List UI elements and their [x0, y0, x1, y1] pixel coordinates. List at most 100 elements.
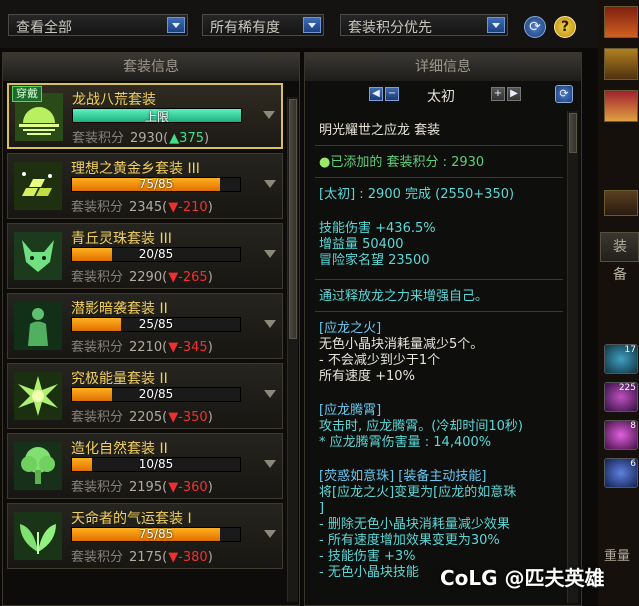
- plus-icon: +: [493, 88, 503, 99]
- character-portrait-1[interactable]: [604, 6, 638, 38]
- score-value: 2175: [129, 550, 163, 565]
- detail-header: 详细信息: [305, 53, 581, 81]
- set-score: 套装积分 2195(▼-360): [71, 476, 213, 495]
- skill-slot-4[interactable]: 6: [604, 458, 638, 488]
- chevron-down-icon[interactable]: [264, 390, 276, 398]
- weight-label: 重量: [604, 549, 631, 564]
- set-list-item[interactable]: 穿戴 龙战八荒套装 上限 套装积分 2930(▲375): [7, 83, 283, 149]
- skill-slot-1[interactable]: 17: [604, 344, 638, 374]
- score-label: 套装积分: [71, 200, 124, 215]
- set-list-panel: 套装信息 穿戴 龙战八荒套装 上限 套装积分 2930(▲375) 理想之黄金乡套装 II…: [2, 52, 300, 606]
- next-button[interactable]: +: [491, 87, 505, 101]
- chevron-down-icon[interactable]: [264, 320, 276, 328]
- set-progress-bar: 20/85: [71, 247, 241, 262]
- detail-line: 将[应龙之火]变更为[应龙的如意珠: [319, 485, 517, 500]
- score-value: 2930: [130, 131, 164, 146]
- rarity-filter-value: 所有稀有度: [210, 20, 280, 36]
- detail-line: 冒险家名望 23500: [319, 253, 430, 268]
- chevron-down-icon[interactable]: [264, 460, 276, 468]
- detail-scroll-thumb[interactable]: [569, 113, 577, 153]
- detail-refresh-button[interactable]: ⟳: [555, 85, 573, 103]
- score-label: 套装积分: [71, 550, 124, 565]
- set-name: 造化自然套装 II: [71, 441, 168, 457]
- detail-scrollbar[interactable]: [567, 111, 578, 603]
- set-progress-label: 20/85: [138, 247, 174, 261]
- detail-line: - 无色小晶块技能: [319, 565, 419, 580]
- set-list-scroll-thumb[interactable]: [289, 99, 297, 339]
- chevron-down-icon[interactable]: [264, 250, 276, 258]
- chevron-down-icon[interactable]: [263, 111, 275, 119]
- sort-dropdown[interactable]: 套装积分优先: [340, 14, 508, 36]
- chevron-down-icon[interactable]: [487, 17, 505, 33]
- paren-close: ): [207, 200, 213, 215]
- paren-open: (: [162, 200, 168, 215]
- set-score: 套装积分 2205(▼-350): [71, 406, 213, 425]
- detail-description: 通过释放龙之力来增强自己。: [319, 289, 489, 304]
- score-delta: ▲375: [169, 131, 204, 146]
- set-name: 天命者的气运套装 I: [71, 511, 192, 527]
- set-progress-bar: 25/85: [71, 317, 241, 332]
- paren-close: ): [207, 270, 213, 285]
- set-list-item[interactable]: 究极能量套装 II 20/85 套装积分 2205(▼-350): [7, 363, 283, 429]
- set-progress-label: 25/85: [138, 317, 174, 331]
- set-list-item[interactable]: 理想之黄金乡套装 III 75/85 套装积分 2345(▼-210): [7, 153, 283, 219]
- set-list-scrollbar[interactable]: [287, 97, 298, 602]
- chevron-down-icon[interactable]: [303, 17, 321, 33]
- set-list-item[interactable]: 青丘灵珠套装 III 20/85 套装积分 2290(▼-265): [7, 223, 283, 289]
- score-label: 套装积分: [71, 270, 124, 285]
- divider: [315, 311, 563, 312]
- rarity-filter-dropdown[interactable]: 所有稀有度: [202, 14, 324, 36]
- leaf-wings-icon: [14, 512, 62, 560]
- set-score: 套装积分 2210(▼-345): [71, 336, 213, 355]
- set-list-item[interactable]: 天命者的气运套装 I 75/85 套装积分 2175(▼-380): [7, 503, 283, 569]
- detail-added-score: ●已添加的 套装积分 : 2930: [319, 155, 485, 170]
- chevron-down-icon[interactable]: [167, 17, 185, 33]
- view-filter-dropdown[interactable]: 查看全部: [8, 14, 188, 36]
- skill-slot-3[interactable]: 8: [604, 420, 638, 450]
- detail-line: ]: [319, 501, 325, 516]
- score-label: 套装积分: [71, 340, 124, 355]
- score-delta: ▼-210: [168, 200, 208, 215]
- view-filter-value: 查看全部: [16, 20, 72, 36]
- equipment-tab[interactable]: 装备: [600, 232, 639, 283]
- question-icon: ?: [560, 19, 570, 35]
- detail-tier-line: [太初] : 2900 完成 (2550+350): [319, 187, 515, 202]
- character-portrait-3[interactable]: [604, 90, 638, 122]
- refresh-button[interactable]: ⟳: [524, 16, 546, 38]
- score-value: 2195: [129, 480, 163, 495]
- watermark: CoLG @匹夫英雄: [440, 566, 605, 590]
- character-portrait-2[interactable]: [604, 48, 638, 80]
- prev-first-button[interactable]: ◀: [369, 87, 383, 101]
- set-progress-bar: 上限: [72, 108, 242, 124]
- paren-close: ): [207, 340, 213, 355]
- score-label: 套装积分: [71, 480, 124, 495]
- gold-bars-icon: [14, 162, 62, 210]
- set-list-item[interactable]: 造化自然套装 II 10/85 套装积分 2195(▼-360): [7, 433, 283, 499]
- detail-panel: 详细信息 ◀ − 太初 + ▶ ⟳ 明光耀世之应龙 套装 ●已添加的 套装积分 …: [304, 52, 582, 606]
- prev-button[interactable]: −: [385, 87, 399, 101]
- chevron-down-icon[interactable]: [264, 530, 276, 538]
- sort-value: 套装积分优先: [348, 20, 432, 36]
- set-name: 理想之黄金乡套装 III: [71, 161, 200, 177]
- filter-bar: 查看全部 所有稀有度 套装积分优先 ⟳ ?: [0, 0, 598, 48]
- next-last-button[interactable]: ▶: [507, 87, 521, 101]
- paren-open: (: [163, 131, 169, 146]
- set-score: 套装积分 2345(▼-210): [71, 196, 213, 215]
- arrow-left-icon: ◀: [372, 88, 380, 99]
- set-name: 青丘灵珠套装 III: [71, 231, 172, 247]
- set-name: 究极能量套装 II: [71, 371, 168, 387]
- skill-slot-2[interactable]: 225: [604, 382, 638, 412]
- set-score: 套装积分 2175(▼-380): [71, 546, 213, 565]
- arrow-right-icon: ▶: [510, 88, 518, 99]
- detail-line: 增益量 50400: [319, 237, 404, 252]
- set-score: 套装积分 2930(▲375): [72, 127, 209, 146]
- paren-close: ): [207, 550, 213, 565]
- set-name: 龙战八荒套装: [72, 92, 156, 108]
- help-button[interactable]: ?: [554, 16, 576, 38]
- score-value: 2345: [129, 200, 163, 215]
- detail-line: - 不会减少到少于1个: [319, 353, 441, 368]
- character-portrait-4[interactable]: [604, 190, 638, 216]
- chevron-down-icon[interactable]: [264, 180, 276, 188]
- score-delta: ▼-345: [168, 340, 208, 355]
- set-list-item[interactable]: 潜影暗袭套装 II 25/85 套装积分 2210(▼-345): [7, 293, 283, 359]
